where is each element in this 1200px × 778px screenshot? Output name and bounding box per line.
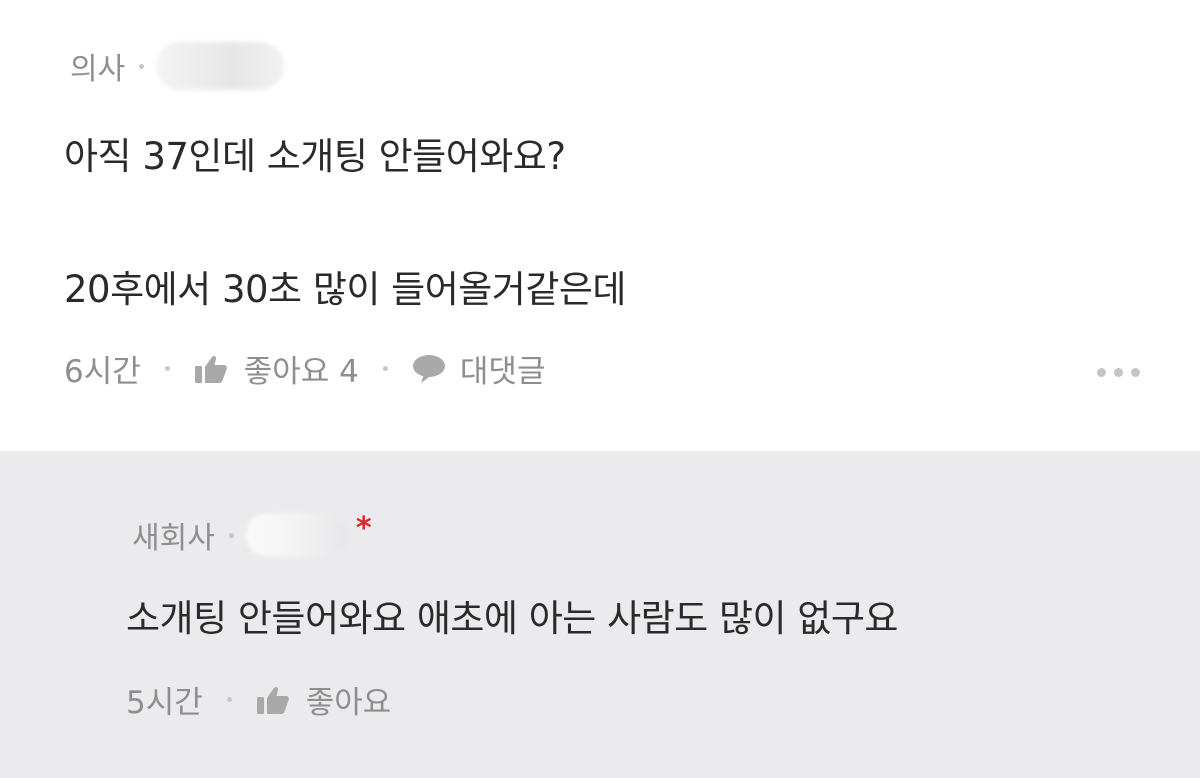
reply-text: 소개팅 안들어와요 애초에 아는 사람도 많이 없구요 — [126, 597, 898, 640]
author-job: 의사 — [70, 52, 126, 87]
reply-item: 새회사 * 소개팅 안들어와요 애초에 아는 사람도 많이 없구요 5시간 좋아… — [0, 451, 1200, 778]
more-options-button[interactable] — [1097, 368, 1140, 377]
comment-author[interactable]: 의사 — [70, 42, 285, 90]
like-label: 좋아요 4 — [243, 354, 359, 390]
reply-meta: 5시간 좋아요 — [126, 677, 391, 722]
like-button[interactable]: 좋아요 — [256, 677, 392, 722]
thumbs-up-icon — [194, 354, 228, 384]
thumbs-up-icon — [256, 685, 290, 715]
author-name-blurred — [245, 513, 348, 557]
like-button[interactable]: 좋아요 4 — [194, 346, 359, 391]
reply-author[interactable]: 새회사 * — [132, 513, 372, 557]
comment-time: 6시간 — [64, 354, 141, 390]
author-job: 새회사 — [132, 521, 215, 556]
comment-item: 의사 아직 37인데 소개팅 안들어와요? 20후에서 30초 많이 들어올거같… — [0, 0, 1200, 451]
comment-meta: 6시간 좋아요 4 대댓글 — [64, 346, 545, 391]
separator-dot — [164, 366, 170, 371]
author-badge: * — [355, 511, 372, 546]
separator-dot — [228, 532, 234, 538]
author-name-blurred — [156, 42, 285, 90]
reply-label: 대댓글 — [459, 354, 546, 390]
separator-dot — [139, 63, 145, 69]
comment-text-line-1: 아직 37인데 소개팅 안들어와요? — [64, 135, 566, 178]
like-label: 좋아요 — [305, 685, 392, 721]
comment-text-line-2: 20후에서 30초 많이 들어올거같은데 — [64, 268, 626, 311]
speech-bubble-icon — [412, 354, 446, 384]
comment-thread: 의사 아직 37인데 소개팅 안들어와요? 20후에서 30초 많이 들어올거같… — [0, 0, 1200, 778]
separator-dot — [226, 697, 232, 702]
more-dots-icon — [1097, 368, 1106, 377]
reply-time: 5시간 — [126, 685, 203, 721]
separator-dot — [382, 366, 388, 371]
reply-button[interactable]: 대댓글 — [412, 346, 546, 391]
